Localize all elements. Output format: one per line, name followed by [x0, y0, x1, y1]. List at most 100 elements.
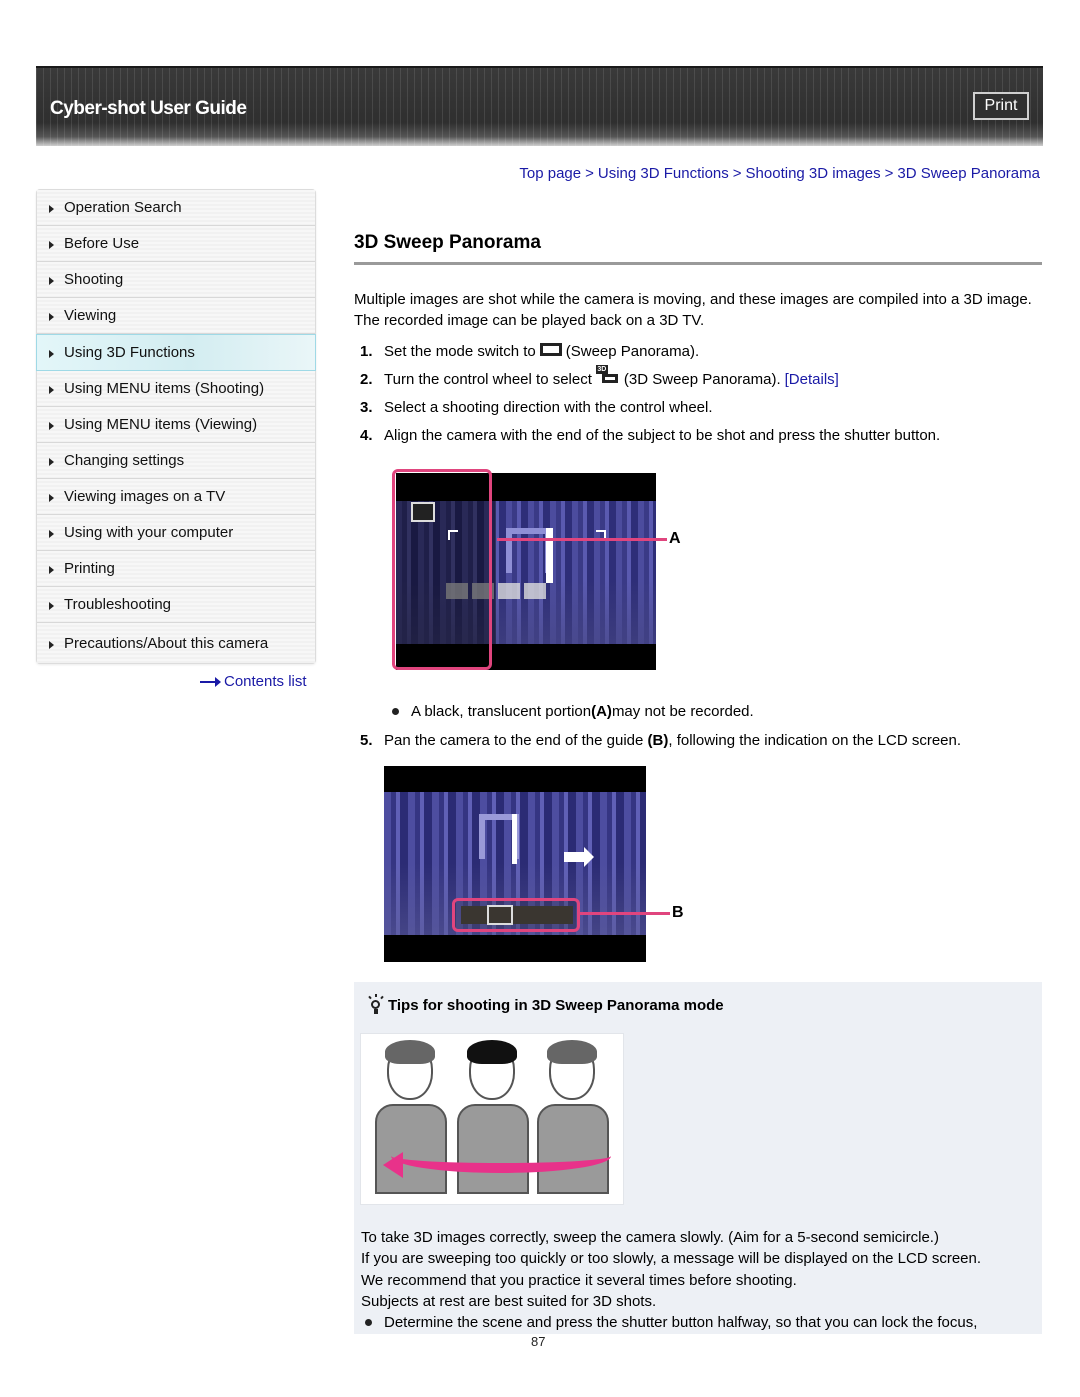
- sidebar-item-label: Precautions/About this camera: [64, 634, 269, 652]
- arrow-right-icon: [49, 350, 54, 358]
- highlight-frame-a: [392, 469, 492, 670]
- sidebar-item-label: Viewing images on a TV: [64, 488, 226, 505]
- step-number: 5.: [360, 731, 373, 749]
- sweep-arrow-head-icon: [383, 1152, 403, 1178]
- breadcrumb-separator: >: [884, 165, 894, 182]
- tips-heading: Tips for shooting in 3D Sweep Panorama m…: [366, 994, 724, 1016]
- step-text-bold: (B): [647, 731, 669, 749]
- guide-bar-b: [452, 898, 580, 932]
- sidebar-item-menu-shooting[interactable]: Using MENU items (Shooting): [37, 371, 315, 407]
- tips-bullet-text: Determine the scene and press the shutte…: [384, 1314, 978, 1332]
- tips-line: We recommend that you practice it severa…: [361, 1271, 797, 1289]
- step-1: 1. Set the mode switch to (Sweep Panoram…: [360, 337, 1040, 365]
- arrow-right-icon: [49, 602, 54, 610]
- sidebar-nav: Operation Search Before Use Shooting Vie…: [36, 189, 316, 664]
- guide-position-window: [487, 905, 513, 925]
- app-title: Cyber-shot User Guide: [50, 98, 247, 119]
- step-text: Set the mode switch to: [384, 342, 536, 360]
- breadcrumb-3d-sweep-panorama[interactable]: 3D Sweep Panorama: [897, 165, 1040, 182]
- spire-building: [512, 814, 517, 864]
- tips-body: To take 3D images correctly, sweep the c…: [361, 1227, 1041, 1333]
- arrow-right-icon: [49, 458, 54, 466]
- step-number: 2.: [360, 370, 373, 388]
- sidebar-item-label: Shooting: [64, 271, 124, 288]
- breadcrumb-separator: >: [732, 165, 742, 182]
- sidebar-item-viewing-on-tv[interactable]: Viewing images on a TV: [37, 479, 315, 515]
- pan-direction-arrow-icon: [564, 847, 594, 867]
- contents-list-label: Contents list: [224, 673, 307, 690]
- steps-list: 1. Set the mode switch to (Sweep Panoram…: [360, 337, 1040, 449]
- sidebar-item-label: Changing settings: [64, 452, 185, 469]
- lcd-screen-illustration-a: [392, 469, 656, 670]
- print-button[interactable]: Print: [973, 92, 1029, 120]
- step-3: 3. Select a shooting direction with the …: [360, 393, 1040, 421]
- tips-title: Tips for shooting in 3D Sweep Panorama m…: [388, 996, 724, 1014]
- sidebar-item-changing-settings[interactable]: Changing settings: [37, 443, 315, 479]
- step-text: (Sweep Panorama).: [565, 342, 700, 360]
- arrow-right-icon: [49, 566, 54, 574]
- sidebar-item-menu-viewing[interactable]: Using MENU items (Viewing): [37, 407, 315, 443]
- 3d-sweep-panorama-icon: 3D: [595, 365, 620, 385]
- sidebar-item-operation-search[interactable]: Operation Search: [37, 190, 315, 226]
- breadcrumb: Top page > Using 3D Functions > Shooting 3D …: [519, 165, 1040, 182]
- step-number: 1.: [360, 342, 373, 360]
- sidebar-item-label: Using MENU items (Viewing): [64, 416, 258, 433]
- lightbulb-icon: [366, 994, 386, 1016]
- step-text: (3D Sweep Panorama).: [623, 370, 781, 388]
- sidebar-item-viewing[interactable]: Viewing: [37, 298, 315, 334]
- arrow-right-icon: [49, 640, 54, 649]
- sidebar-item-precautions[interactable]: Precautions/About this camera: [37, 623, 315, 663]
- step-text-post: , following the indication on the LCD sc…: [668, 731, 962, 749]
- title-divider: [354, 262, 1042, 265]
- breadcrumb-shooting-3d-images[interactable]: Shooting 3D images: [746, 165, 881, 182]
- arrow-right-icon: [200, 676, 221, 687]
- step-4: 4. Align the camera with the end of the …: [360, 421, 1040, 449]
- details-link[interactable]: [Details]: [785, 371, 839, 388]
- step-number: 4.: [360, 426, 373, 444]
- sidebar-item-shooting[interactable]: Shooting: [37, 262, 315, 298]
- sidebar-item-label: Before Use: [64, 235, 140, 252]
- step-text: Turn the control wheel to select: [384, 370, 592, 388]
- step-number: 3.: [360, 398, 373, 416]
- intro-paragraph: Multiple images are shot while the camer…: [354, 291, 1032, 329]
- sidebar-item-using-with-computer[interactable]: Using with your computer: [37, 515, 315, 551]
- step-2: 2. Turn the control wheel to select 3D (…: [360, 365, 1040, 393]
- sidebar-item-label: Viewing: [64, 307, 117, 324]
- arrow-right-icon: [49, 494, 54, 502]
- sidebar-item-label: Using MENU items (Shooting): [64, 380, 265, 397]
- arrow-right-icon: [49, 313, 54, 321]
- arrow-right-icon: [49, 241, 54, 249]
- tips-line: To take 3D images correctly, sweep the c…: [361, 1229, 939, 1246]
- step-text: Select a shooting direction with the con…: [384, 398, 713, 416]
- contents-list-link[interactable]: Contents list: [200, 673, 307, 690]
- breadcrumb-using-3d-functions[interactable]: Using 3D Functions: [598, 165, 729, 182]
- breadcrumb-top-page[interactable]: Top page: [519, 165, 581, 182]
- arrow-right-icon: [49, 386, 54, 394]
- tips-line: If you are sweeping too quickly or too s…: [361, 1250, 982, 1268]
- callout-label-b: B: [672, 904, 684, 921]
- step-text-pre: Pan the camera to the end of the guide: [384, 731, 644, 749]
- arrow-right-icon: [49, 530, 54, 538]
- page-number: 87: [531, 1334, 546, 1349]
- header-bar: Cyber-shot User Guide Print: [36, 66, 1043, 146]
- sidebar-item-using-3d-functions[interactable]: Using 3D Functions: [36, 334, 316, 371]
- sidebar-item-label: Using 3D Functions: [64, 344, 195, 361]
- tips-box: Tips for shooting in 3D Sweep Panorama m…: [354, 982, 1042, 1334]
- sidebar-item-printing[interactable]: Printing: [37, 551, 315, 587]
- note-text-post: may not be recorded.: [611, 703, 754, 720]
- step-5: 5. Pan the camera to the end of the guid…: [360, 730, 961, 750]
- sidebar-item-before-use[interactable]: Before Use: [37, 226, 315, 262]
- sweep-panorama-icon: [539, 342, 562, 356]
- sidebar-item-label: Operation Search: [64, 199, 182, 216]
- arrow-right-icon: [49, 277, 54, 285]
- arrow-right-icon: [49, 205, 54, 213]
- tips-bullet: Determine the scene and press the shutte…: [365, 1312, 1041, 1333]
- guide-track: [461, 906, 573, 924]
- sidebar-item-troubleshooting[interactable]: Troubleshooting: [37, 587, 315, 623]
- sweep-motion-illustration: [360, 1033, 624, 1205]
- bullet-icon: [392, 708, 399, 715]
- callout-label-a: A: [669, 530, 681, 547]
- step-text: Align the camera with the end of the sub…: [384, 426, 941, 444]
- callout-line-a: [497, 538, 667, 541]
- sidebar-item-label: Using with your computer: [64, 524, 234, 541]
